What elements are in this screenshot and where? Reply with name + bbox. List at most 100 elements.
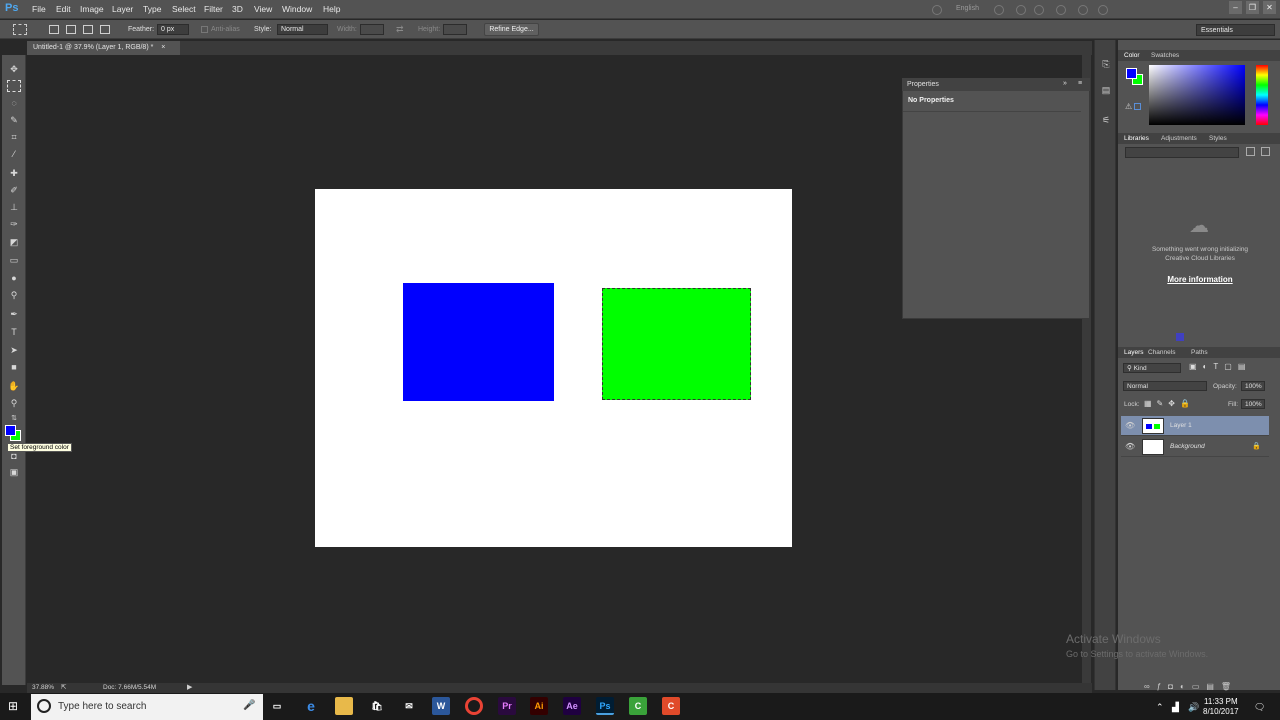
settings-icon[interactable] — [1034, 5, 1044, 15]
antialias-checkbox[interactable] — [201, 26, 208, 33]
refine-edge-button[interactable]: Refine Edge... — [484, 23, 539, 36]
menu-type[interactable]: Type — [143, 4, 161, 14]
windows-start-icon[interactable]: ⊞ — [8, 699, 22, 713]
websafe-swatch-icon[interactable] — [1134, 103, 1141, 110]
more-information-link[interactable]: More information — [1130, 275, 1270, 284]
library-select[interactable] — [1125, 147, 1239, 158]
menu-window[interactable]: Window — [282, 4, 312, 14]
lock-icons[interactable]: ▦✎✥🔒 — [1144, 399, 1195, 408]
eyedropper-tool-icon[interactable]: ⁄ — [7, 148, 21, 160]
layer-row-layer-1[interactable]: 👁 Layer 1 — [1121, 416, 1269, 436]
help-icon[interactable] — [1078, 5, 1088, 15]
edge-icon[interactable]: e — [302, 697, 320, 715]
list-view-icon[interactable] — [1261, 147, 1270, 156]
menu-filter[interactable]: Filter — [204, 4, 223, 14]
properties-panel-icon[interactable]: ▤ — [1100, 84, 1112, 96]
zoom-tool-icon[interactable]: ⚲ — [7, 397, 21, 409]
grid-view-icon[interactable] — [1246, 147, 1255, 156]
panel-menu-icon[interactable]: ≡ — [1078, 80, 1082, 87]
pen-tablet-icon[interactable] — [1016, 5, 1026, 15]
layer-row-background[interactable]: 👁 Background 🔒 — [1121, 437, 1269, 457]
camtasia-recorder-icon[interactable]: C — [662, 697, 680, 715]
move-tool-icon[interactable]: ✥ — [7, 63, 21, 75]
layer-kind-filter[interactable]: ⚲ Kind — [1123, 363, 1181, 373]
fill-input[interactable]: 100% — [1241, 399, 1265, 409]
after-effects-icon[interactable]: Ae — [563, 697, 581, 715]
taskbar-clock[interactable]: 11:33 PM 8/10/2017 — [1203, 697, 1239, 717]
zoom-level[interactable]: 37.88% — [32, 684, 54, 691]
document-tab[interactable]: Untitled-1 @ 37.9% (Layer 1, RGB/8) * × — [27, 41, 180, 55]
marquee-preset-icon[interactable] — [13, 24, 27, 35]
swap-dimensions-icon[interactable]: ⇄ — [396, 24, 404, 35]
workspace-select[interactable]: Essentials — [1196, 24, 1275, 36]
visibility-eye-icon[interactable]: 👁 — [1125, 442, 1135, 451]
word-icon[interactable]: W — [432, 697, 450, 715]
tab-paths[interactable]: Paths — [1191, 349, 1208, 356]
taskbar-search[interactable]: Type here to search — [31, 694, 263, 720]
collapse-icon[interactable]: » — [1063, 80, 1067, 87]
store-icon[interactable]: 🛍 — [368, 697, 386, 715]
premiere-icon[interactable]: Pr — [498, 697, 516, 715]
history-panel-icon[interactable]: ⎘ — [1100, 58, 1112, 70]
pen-tool-icon[interactable]: ✒ — [7, 308, 21, 320]
volume-icon[interactable]: 🔊 — [1188, 702, 1199, 713]
layer-name[interactable]: Background — [1170, 443, 1205, 450]
add-selection-icon[interactable] — [66, 25, 76, 34]
quick-selection-tool-icon[interactable]: ✎ — [7, 114, 21, 126]
hand-tool-icon[interactable]: ✋ — [7, 380, 21, 392]
green-rectangle-selection[interactable] — [602, 288, 751, 400]
clone-stamp-tool-icon[interactable]: ⊥ — [7, 201, 21, 213]
dodge-tool-icon[interactable]: ⚲ — [7, 289, 21, 301]
style-select[interactable]: Normal — [277, 24, 328, 35]
crop-tool-icon[interactable]: ⌗ — [7, 131, 21, 143]
menu-help[interactable]: Help — [323, 4, 340, 14]
lasso-tool-icon[interactable]: ◌ — [7, 97, 21, 109]
menu-file[interactable]: File — [32, 4, 46, 14]
sync-icon[interactable] — [932, 5, 942, 15]
tab-color[interactable]: Color — [1124, 52, 1140, 59]
menu-layer[interactable]: Layer — [112, 4, 133, 14]
type-tool-icon[interactable]: T — [7, 326, 21, 338]
tab-adjustments[interactable]: Adjustments — [1161, 135, 1197, 142]
network-icon[interactable]: ▟ — [1172, 702, 1179, 713]
tab-libraries[interactable]: Libraries — [1124, 135, 1149, 142]
rectangle-tool-icon[interactable]: ■ — [7, 361, 21, 373]
layer-name[interactable]: Layer 1 — [1170, 422, 1192, 429]
healing-brush-tool-icon[interactable]: ✚ — [7, 167, 21, 179]
mail-icon[interactable]: ✉ — [400, 697, 418, 715]
notifications-icon[interactable]: 🗨 — [1254, 702, 1265, 713]
menu-image[interactable]: Image — [80, 4, 104, 14]
tab-channels[interactable]: Channels — [1148, 349, 1175, 356]
task-view-icon[interactable]: ▭ — [268, 697, 286, 715]
blue-rectangle[interactable] — [403, 283, 554, 401]
close-tab-icon[interactable]: × — [161, 44, 165, 51]
file-explorer-icon[interactable] — [335, 697, 353, 715]
menu-select[interactable]: Select — [172, 4, 196, 14]
photoshop-taskbar-icon[interactable]: Ps — [596, 697, 614, 715]
hue-slider[interactable] — [1256, 65, 1268, 125]
feather-input[interactable]: 0 px — [157, 24, 189, 35]
new-selection-icon[interactable] — [49, 25, 59, 34]
menu-view[interactable]: View — [254, 4, 272, 14]
color-spectrum[interactable] — [1149, 65, 1245, 125]
export-icon[interactable]: ⇱ — [61, 683, 66, 691]
screen-mode-icon[interactable]: ▣ — [7, 466, 21, 478]
status-menu-arrow-icon[interactable]: ▶ — [187, 683, 192, 691]
tray-chevron-icon[interactable]: ⌃ — [1156, 702, 1164, 713]
adjustments-panel-icon[interactable]: ⚟ — [1100, 114, 1112, 126]
default-colors-icon[interactable]: ⇅ — [7, 413, 21, 425]
rectangular-marquee-tool-icon[interactable] — [7, 80, 21, 92]
history-brush-tool-icon[interactable]: ✑ — [7, 218, 21, 230]
path-selection-tool-icon[interactable]: ➤ — [7, 344, 21, 356]
minimize-button[interactable]: ‒ — [1229, 1, 1242, 14]
foreground-color-swatch[interactable] — [5, 425, 16, 436]
properties-title[interactable]: Properties — [907, 81, 939, 88]
close-button[interactable]: ✕ — [1263, 1, 1276, 14]
illustrator-icon[interactable]: Ai — [530, 697, 548, 715]
brush-tool-icon[interactable]: ✐ — [7, 184, 21, 196]
visibility-eye-icon[interactable]: 👁 — [1125, 421, 1135, 430]
camtasia-icon[interactable]: C — [629, 697, 647, 715]
eraser-tool-icon[interactable]: ◩ — [7, 236, 21, 248]
microphone-icon[interactable]: 🎤 — [243, 700, 255, 711]
tab-layers[interactable]: Layers — [1124, 349, 1144, 356]
